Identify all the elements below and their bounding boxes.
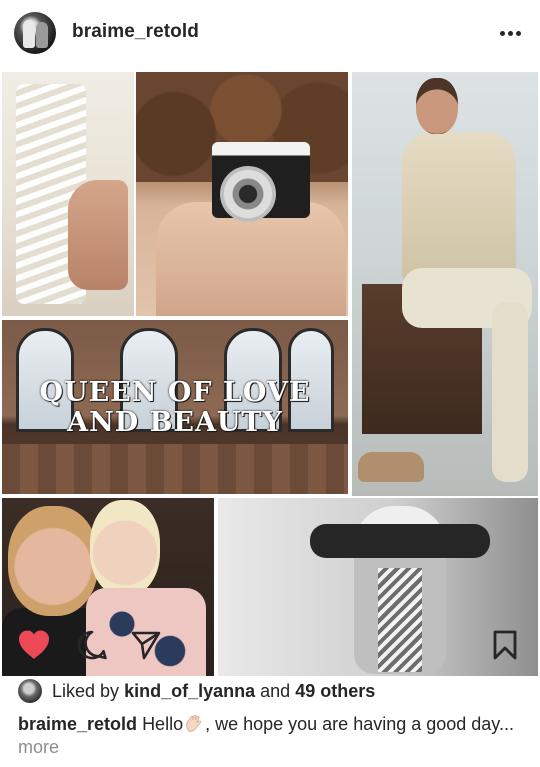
liker-avatar[interactable]	[18, 679, 42, 703]
likes-summary[interactable]: Liked by kind_of_lyanna and 49 others	[18, 678, 375, 704]
avatar-figure-right	[36, 22, 48, 48]
caption-text-start: Hello	[142, 714, 184, 734]
liker-username[interactable]: kind_of_lyanna	[124, 681, 255, 702]
bookmark-icon[interactable]	[486, 626, 524, 664]
likes-others[interactable]: 49 others	[295, 681, 375, 702]
collage-camera-photo	[136, 72, 348, 316]
comment-icon[interactable]	[73, 626, 111, 664]
collage-man-photo	[352, 72, 538, 496]
post-actions	[0, 618, 540, 668]
post-caption: braime_retold Hello , we hope you are ha…	[18, 713, 528, 759]
collage-lace-photo	[2, 72, 134, 316]
post-username[interactable]: braime_retold	[72, 21, 199, 43]
waving-hand-icon	[186, 715, 202, 732]
send-icon[interactable]	[127, 626, 165, 664]
collage-title-text: QUEEN OF LOVE AND BEAUTY	[2, 378, 348, 438]
user-avatar[interactable]	[14, 12, 56, 54]
likes-middle: and	[260, 680, 291, 701]
likes-prefix: Liked by	[52, 680, 120, 701]
collage-room-photo: QUEEN OF LOVE AND BEAUTY	[2, 320, 348, 494]
heart-icon[interactable]	[15, 626, 53, 664]
post-header: braime_retold	[0, 0, 540, 66]
caption-text-end: , we hope you are having a good day...	[205, 714, 514, 734]
post-image[interactable]: QUEEN OF LOVE AND BEAUTY	[0, 70, 540, 676]
collage-title-line2: AND BEAUTY	[67, 407, 283, 438]
caption-username[interactable]: braime_retold	[18, 714, 137, 734]
caption-more-link[interactable]: more	[18, 737, 59, 757]
collage-title-line1: QUEEN OF LOVE	[39, 377, 311, 408]
more-options-icon[interactable]	[496, 19, 524, 47]
avatar-figure-left	[23, 20, 35, 48]
